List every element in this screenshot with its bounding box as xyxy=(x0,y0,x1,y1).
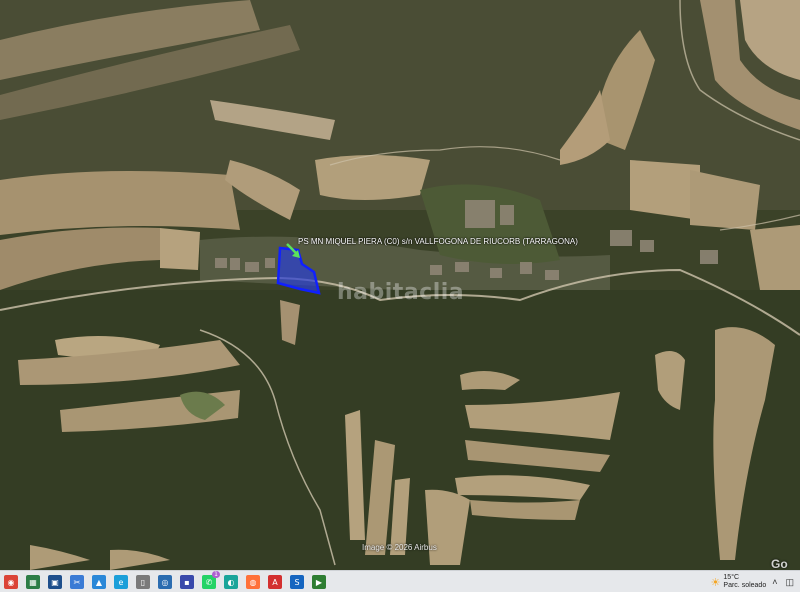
file-icon[interactable]: ▯ xyxy=(136,575,150,589)
screenshot-icon[interactable]: ▣ xyxy=(48,575,62,589)
notification-badge: 1 xyxy=(212,571,220,578)
copilot-icon[interactable]: ◐ xyxy=(224,575,238,589)
snipping-icon[interactable]: ✂ xyxy=(70,575,84,589)
save-icon[interactable]: ▪ xyxy=(180,575,194,589)
map-provider-logo: Go xyxy=(771,557,788,570)
app-green-icon[interactable]: ▶ xyxy=(312,575,326,589)
app-blue-icon[interactable]: ◎ xyxy=(158,575,172,589)
photos-icon[interactable]: ▲ xyxy=(92,575,106,589)
parcel-address-label: PS MN MIQUEL PIERA (C0) s/n VALLFOGONA D… xyxy=(298,237,578,246)
satellite-map[interactable]: PS MN MIQUEL PIERA (C0) s/n VALLFOGONA D… xyxy=(0,0,800,570)
chrome-icon[interactable]: ◉ xyxy=(4,575,18,589)
weather-temp: 15°C xyxy=(723,574,740,581)
acrobat-icon[interactable]: A xyxy=(268,575,282,589)
weather-sun-icon: ☀ xyxy=(710,576,721,589)
taskbar-apps: ◉ ▦ ▣ ✂ ▲ e ▯ ◎ ▪ ✆ 1 ◐ ◍ A S ▶ xyxy=(0,571,329,589)
tray-chevron-up-icon[interactable]: ˄ xyxy=(772,577,777,587)
whatsapp-icon[interactable]: ✆ 1 xyxy=(202,571,220,589)
system-tray: ☀ 15°C Parc. soleado ˄ ◫ xyxy=(711,571,800,592)
weather-condition: Parc. soleado xyxy=(723,582,767,589)
taskbar: ◉ ▦ ▣ ✂ ▲ e ▯ ◎ ▪ ✆ 1 ◐ ◍ A S ▶ ☀ 15°C Parc. soleado ˄ … xyxy=(0,570,800,592)
weather-widget[interactable]: ☀ 15°C Parc. soleado xyxy=(711,574,767,590)
firefox-icon[interactable]: ◍ xyxy=(246,575,260,589)
tray-network-icon[interactable]: ◫ xyxy=(785,577,794,588)
watermark-logo: habitaclia xyxy=(337,280,465,305)
imagery-credit: Image © 2026 Airbus xyxy=(362,543,437,552)
calendar-icon[interactable]: ▦ xyxy=(26,575,40,589)
app-s-icon[interactable]: S xyxy=(290,575,304,589)
edge-icon[interactable]: e xyxy=(114,575,128,589)
